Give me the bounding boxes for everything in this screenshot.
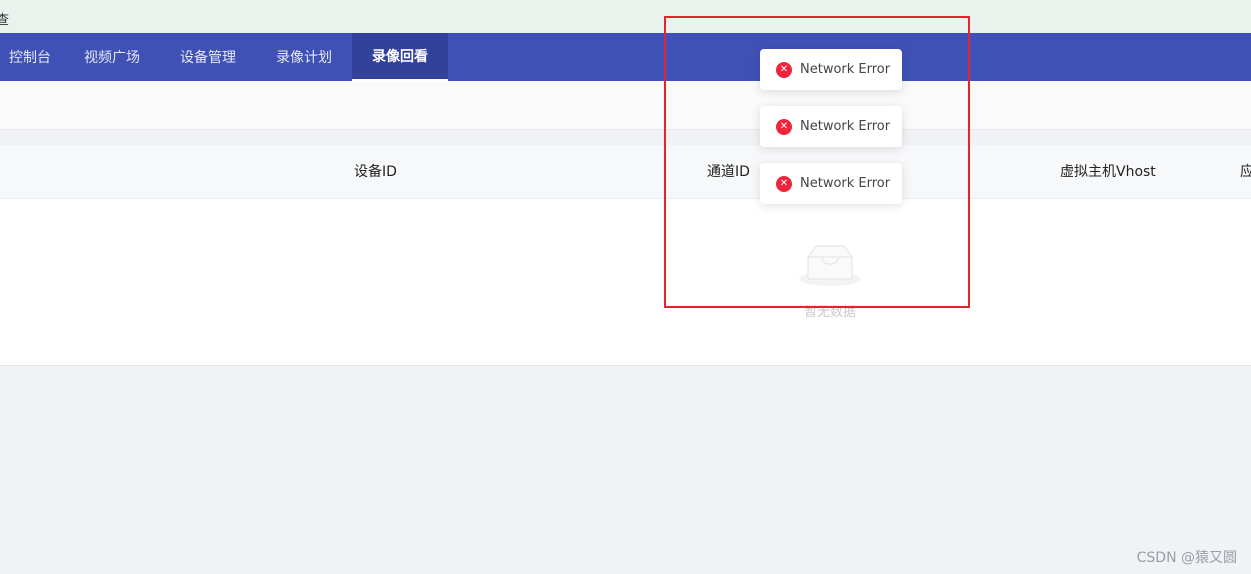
- nav-item-console[interactable]: 控制台: [0, 33, 60, 81]
- empty-inbox-icon: [798, 243, 862, 287]
- column-header-app[interactable]: 应: [1240, 145, 1251, 199]
- watermark: CSDN @猿又圆: [1136, 550, 1237, 566]
- filter-toolbar: [0, 81, 1251, 130]
- table-header: 设备ID 通道ID 虚拟主机Vhost 应: [0, 145, 1251, 199]
- column-header-channel-id[interactable]: 通道ID: [707, 145, 750, 199]
- recordings-table: 设备ID 通道ID 虚拟主机Vhost 应 暂无数据: [0, 145, 1251, 366]
- error-toast: ✕ Network Error: [760, 49, 902, 90]
- empty-state: 暂无数据: [780, 243, 880, 320]
- toast-message: Network Error: [800, 176, 891, 191]
- empty-state-text: 暂无数据: [803, 305, 856, 320]
- top-navigation: 控制台 视频广场 设备管理 录像计划 录像回看: [0, 33, 1251, 81]
- error-icon: ✕: [776, 118, 792, 135]
- error-toast: ✕ Network Error: [760, 106, 902, 147]
- nav-item-video-square[interactable]: 视频广场: [68, 33, 156, 81]
- top-strip-text: 查: [0, 13, 10, 28]
- nav-item-playback[interactable]: 录像回看: [352, 33, 448, 81]
- column-header-device-id[interactable]: 设备ID: [354, 145, 397, 199]
- error-toast: ✕ Network Error: [760, 163, 902, 204]
- error-icon: ✕: [776, 175, 792, 192]
- nav-item-device-management[interactable]: 设备管理: [164, 33, 252, 81]
- toast-message: Network Error: [800, 62, 891, 77]
- error-icon: ✕: [776, 61, 792, 78]
- toast-message: Network Error: [800, 119, 891, 134]
- top-strip: 查: [0, 0, 1251, 33]
- nav-item-recording-plan[interactable]: 录像计划: [260, 33, 348, 81]
- section-gap: [0, 130, 1251, 145]
- column-header-vhost[interactable]: 虚拟主机Vhost: [1060, 145, 1156, 199]
